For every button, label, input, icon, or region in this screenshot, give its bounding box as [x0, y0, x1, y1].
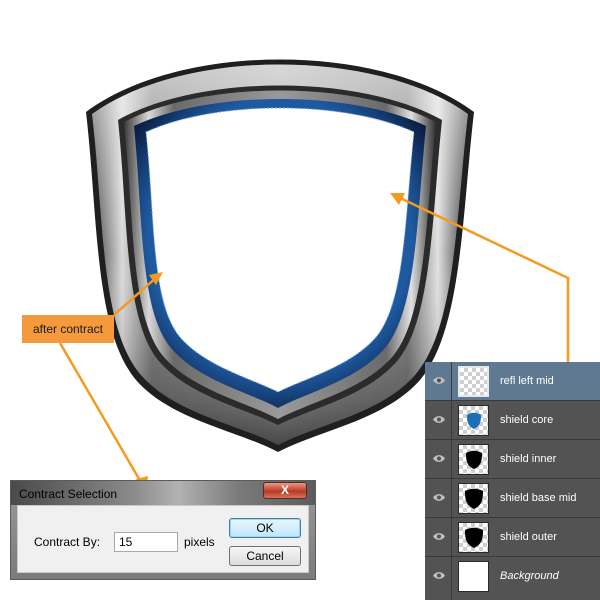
cancel-button[interactable]: Cancel — [229, 546, 301, 566]
blue-shield-icon — [467, 412, 481, 429]
layer-thumbnail — [458, 483, 489, 514]
layer-row-refl-left-mid[interactable]: refl left mid — [425, 362, 600, 401]
dialog-titlebar[interactable]: Contract Selection X — [11, 481, 315, 505]
layer-name: Background — [500, 570, 559, 582]
layer-thumbnail — [458, 405, 489, 436]
contract-selection-dialog: Contract Selection X Contract By: pixels… — [10, 480, 316, 580]
unit-label: pixels — [184, 535, 215, 549]
black-shield-icon — [466, 450, 482, 469]
contract-by-input[interactable] — [114, 532, 178, 552]
visibility-toggle[interactable] — [425, 557, 452, 600]
eye-icon — [433, 494, 445, 501]
dialog-body: Contract By: pixels OK Cancel — [17, 505, 309, 573]
black-shield-icon — [465, 527, 483, 548]
contract-by-label: Contract By: — [34, 535, 101, 549]
visibility-toggle[interactable] — [425, 440, 452, 478]
layer-thumbnail — [458, 444, 489, 475]
close-button[interactable]: X — [263, 482, 307, 499]
layer-thumbnail — [458, 561, 489, 592]
layers-panel: refl left mid shield core shield inner s… — [425, 362, 600, 600]
visibility-toggle[interactable] — [425, 479, 452, 517]
visibility-toggle[interactable] — [425, 401, 452, 439]
eye-icon — [433, 572, 445, 579]
layer-name: shield core — [500, 414, 554, 426]
layer-name: refl left mid — [500, 375, 554, 387]
layer-row-background[interactable]: Background — [425, 557, 600, 600]
layer-row-shield-inner[interactable]: shield inner — [425, 440, 600, 479]
black-shield-icon — [465, 488, 483, 509]
layer-row-shield-core[interactable]: shield core — [425, 401, 600, 440]
visibility-toggle[interactable] — [425, 362, 452, 400]
close-icon: X — [280, 483, 289, 497]
eye-icon — [433, 377, 445, 384]
layer-thumbnail — [458, 366, 489, 397]
layer-row-shield-base-mid[interactable]: shield base mid — [425, 479, 600, 518]
layer-name: shield inner — [500, 453, 557, 465]
ok-button[interactable]: OK — [229, 518, 301, 538]
dialog-title: Contract Selection — [19, 487, 118, 501]
layer-name: shield outer — [500, 531, 557, 543]
layer-thumbnail — [458, 522, 489, 553]
visibility-toggle[interactable] — [425, 518, 452, 556]
eye-icon — [433, 533, 445, 540]
eye-icon — [433, 416, 445, 423]
eye-icon — [433, 455, 445, 462]
layer-name: shield base mid — [500, 492, 577, 504]
after-contract-callout: after contract — [22, 315, 114, 343]
layer-row-shield-outer[interactable]: shield outer — [425, 518, 600, 557]
